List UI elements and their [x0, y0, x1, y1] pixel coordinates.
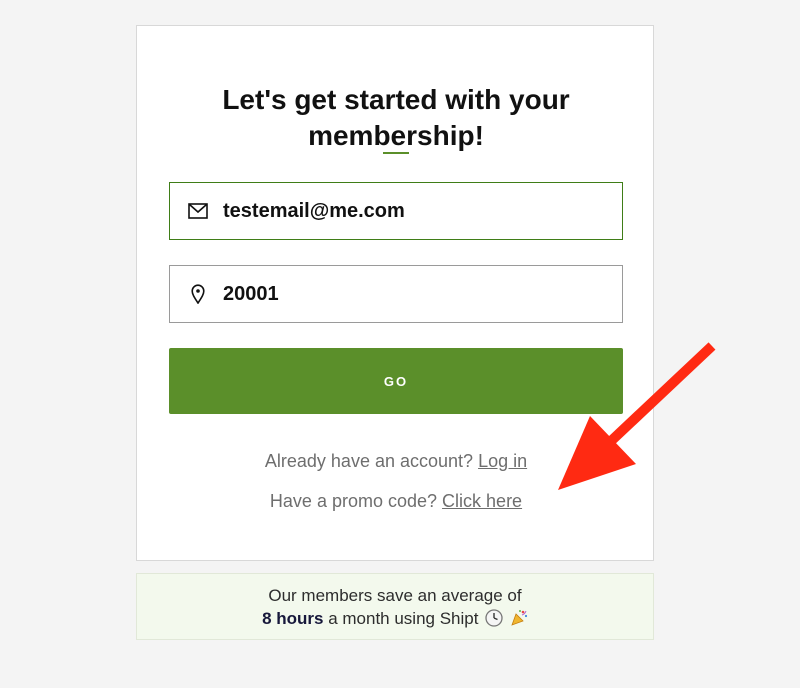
title-line-2: membership! [308, 120, 484, 151]
banner-line-2-text: a month using Shipt [328, 609, 479, 628]
clock-icon [485, 609, 503, 627]
promo-code-link[interactable]: Click here [442, 491, 522, 511]
banner-highlight: 8 hours [262, 609, 324, 628]
email-field[interactable] [169, 182, 623, 240]
zip-input[interactable] [223, 282, 603, 306]
zip-field[interactable] [169, 265, 623, 323]
red-arrow-icon [558, 342, 716, 490]
email-input[interactable] [223, 199, 603, 223]
banner-line-2: 8 hours a month using Shipt [137, 607, 653, 630]
page-title: Let's get started with your membership! [137, 82, 655, 154]
envelope-icon [187, 200, 209, 222]
title-divider [383, 152, 409, 154]
page: Let's get started with your membership! [0, 0, 800, 688]
savings-banner: Our members save an average of 8 hours a… [136, 573, 654, 640]
login-prompt-text: Already have an account? [264, 451, 474, 471]
login-link[interactable]: Log in [478, 451, 527, 471]
map-pin-icon [187, 283, 209, 305]
party-popper-icon [510, 609, 528, 627]
promo-prompt-text: Have a promo code? [269, 491, 438, 511]
banner-line-1: Our members save an average of [268, 586, 522, 605]
title-line-1: Let's get started with your [222, 84, 570, 115]
